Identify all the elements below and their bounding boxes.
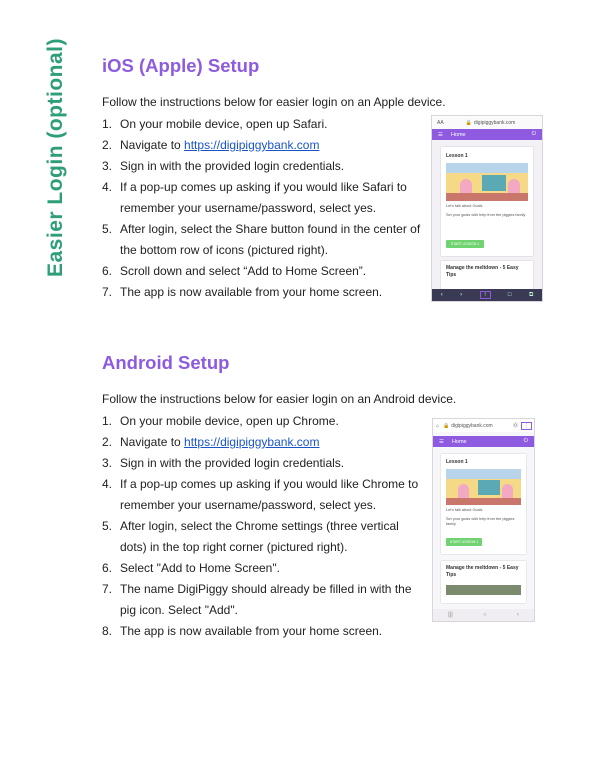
back-icon: ‹	[440, 292, 443, 298]
android-intro: Follow the instructions below for easier…	[102, 392, 457, 406]
list-item: 5. After login, select the Chrome setting…	[102, 519, 399, 554]
share-icon: ↑	[479, 291, 491, 299]
list-item: 7. The name DigiPiggy should already be f…	[102, 582, 412, 617]
app-bar: ☰ Home ⏻	[433, 436, 534, 447]
list-item: 3. Sign in with the provided login creden…	[102, 456, 345, 470]
tabs-icon: ⓪	[512, 423, 518, 429]
list-item: 4. If a pop-up comes up asking if you wou…	[102, 180, 407, 215]
start-lesson-button: START LESSON 1	[446, 538, 482, 546]
list-item: 6. Select "Add to Home Screen".	[102, 561, 280, 575]
android-phone-screenshot: ⌂ 🔒 digipiggybank.com ⓪ ⋮ ☰ Home ⏻ Lesso…	[432, 418, 535, 622]
ios-steps: 1. On your mobile device, open up Safari.…	[102, 114, 424, 303]
site-link[interactable]: https://digipiggybank.com	[184, 138, 319, 152]
browser-url-bar: ⌂ 🔒 digipiggybank.com ⓪ ⋮	[433, 419, 534, 432]
more-vert-icon: ⋮	[521, 421, 532, 430]
list-item: 3. Sign in with the provided login creden…	[102, 159, 345, 173]
ios-section: iOS (Apple) Setup Follow the instruction…	[102, 54, 572, 110]
browser-toolbar: ‹ › ↑ □ ⧉	[432, 289, 542, 301]
android-section: Android Setup Follow the instructions be…	[102, 351, 572, 407]
power-icon: ⏻	[523, 438, 528, 444]
home-icon: ⌂	[436, 422, 440, 429]
ios-intro: Follow the instructions below for easier…	[102, 95, 446, 109]
bookmarks-icon: □	[507, 292, 512, 298]
lock-icon: 🔒	[465, 119, 472, 126]
list-item: 1. On your mobile device, open up Chrome.	[102, 414, 339, 428]
ios-heading: iOS (Apple) Setup	[102, 55, 260, 76]
tabs-icon: ⧉	[528, 291, 534, 298]
list-item: 6. Scroll down and select “Add to Home Sc…	[102, 264, 367, 278]
android-heading: Android Setup	[102, 352, 230, 373]
list-item: 7. The app is now available from your hom…	[102, 285, 383, 299]
browser-url-bar: AA 🔒 digipiggybank.com	[432, 116, 542, 129]
app-bar: ☰ Home ⏻	[432, 129, 542, 140]
list-item: 4. If a pop-up comes up asking if you wou…	[102, 477, 419, 512]
forward-icon: ›	[460, 292, 463, 298]
lesson-card: Lesson 1 Let's talk about Goals Set your…	[441, 147, 533, 256]
list-item: 5. After login, select the Share button f…	[102, 222, 421, 257]
recents-icon: |||	[448, 612, 453, 618]
android-steps: 1. On your mobile device, open up Chrome.…	[102, 411, 424, 642]
piggies-illustration	[446, 469, 521, 505]
side-title: Easier Login (optional)	[44, 37, 67, 277]
home-button-icon: ○	[483, 612, 487, 618]
list-item: 2. Navigate to https://digipiggybank.com	[102, 435, 320, 449]
android-nav-bar: ||| ○ ‹	[433, 609, 534, 621]
list-item: 2. Navigate to https://digipiggybank.com	[102, 138, 320, 152]
lesson-card: Lesson 1 Let's talk about Goals Set your…	[441, 454, 526, 554]
menu-icon: ☰	[438, 131, 443, 138]
start-lesson-button: START LESSON 1	[446, 240, 484, 248]
tips-thumbnail	[446, 585, 521, 595]
back-icon: ‹	[516, 612, 519, 618]
piggies-illustration	[446, 163, 528, 201]
list-item: 1. On your mobile device, open up Safari.	[102, 117, 328, 131]
tips-card: Manage the meltdown - 5 Easy Tips	[441, 261, 533, 291]
site-link[interactable]: https://digipiggybank.com	[184, 435, 319, 449]
lock-icon: 🔒	[443, 422, 450, 429]
list-item: 8. The app is now available from your hom…	[102, 624, 383, 638]
power-icon: ⏻	[531, 131, 536, 137]
menu-icon: ☰	[439, 438, 444, 445]
tips-card: Manage the meltdown - 5 Easy Tips	[441, 561, 526, 603]
ios-phone-screenshot: AA 🔒 digipiggybank.com ☰ Home ⏻ Lesson 1…	[431, 115, 543, 302]
